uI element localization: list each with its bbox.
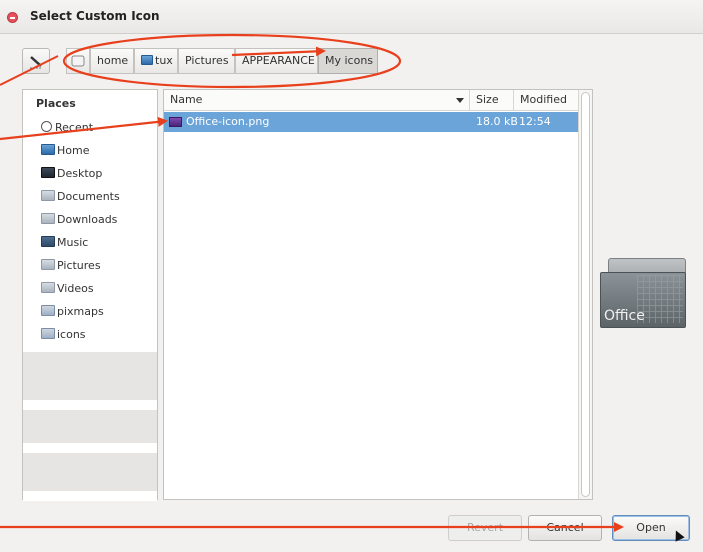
sidebar-item-videos[interactable]: Videos (41, 280, 94, 298)
places-list: Places Recent Home Desktop Documents Dow… (23, 90, 157, 352)
crumb-label: home (97, 54, 129, 67)
scrollbar-thumb[interactable] (581, 92, 590, 497)
places-empty-row (23, 443, 157, 453)
column-header-modified[interactable]: Modified (514, 90, 578, 111)
icon-preview: Office (600, 258, 688, 330)
title-bar: Select Custom Icon (0, 0, 703, 34)
places-empty-row (23, 400, 157, 410)
column-label: Size (476, 93, 499, 106)
sidebar-item-music[interactable]: Music (41, 234, 88, 252)
crumb-label: tux (155, 54, 173, 67)
places-empty-row (23, 491, 157, 501)
revert-button[interactable]: Revert (448, 515, 522, 541)
crumb-pictures[interactable]: Pictures (178, 48, 235, 74)
downloads-folder-icon (41, 213, 55, 224)
sidebar-item-label: Downloads (57, 213, 118, 226)
desktop-icon (41, 167, 55, 178)
crumb-label: My icons (325, 54, 374, 67)
close-button[interactable] (7, 12, 18, 23)
places-header: Places (36, 97, 76, 110)
file-name: Office-icon.png (186, 115, 270, 128)
sidebar-item-label: Music (57, 236, 89, 249)
location-edit-button[interactable] (22, 48, 50, 74)
select-custom-icon-dialog: Select Custom Icon home tux Pictures APP… (0, 0, 703, 552)
sidebar-item-label: Documents (57, 190, 120, 203)
file-list: Name Size Modified Office-icon.png 18.0 … (163, 89, 593, 500)
home-folder-icon (141, 55, 153, 65)
pictures-folder-icon (41, 259, 55, 270)
crumb-root-drive[interactable] (66, 48, 90, 74)
videos-folder-icon (41, 282, 55, 293)
sidebar-item-documents[interactable]: Documents (41, 188, 120, 206)
sidebar-item-label: icons (57, 328, 86, 341)
column-label: Name (170, 93, 203, 106)
sidebar-item-recent[interactable]: Recent (41, 119, 93, 137)
sidebar-item-label: Pictures (57, 259, 101, 272)
folder-icon (41, 328, 55, 339)
sidebar-item-label: Desktop (57, 167, 103, 180)
sidebar-item-downloads[interactable]: Downloads (41, 211, 117, 229)
drive-icon (71, 55, 85, 67)
places-sidebar: Places Recent Home Desktop Documents Dow… (22, 89, 158, 501)
sidebar-item-pixmaps[interactable]: pixmaps (41, 303, 104, 321)
image-file-icon (169, 117, 182, 127)
column-header-size[interactable]: Size (470, 90, 514, 111)
sidebar-item-home[interactable]: Home (41, 142, 89, 160)
file-size: 18.0 kB (476, 115, 518, 128)
sidebar-item-label: Videos (57, 282, 94, 295)
window-title: Select Custom Icon (30, 9, 160, 23)
crumb-label: APPEARANCE (242, 54, 315, 67)
crumb-label: Pictures (185, 54, 229, 67)
recent-icon (41, 121, 52, 132)
sidebar-item-label: Home (57, 144, 90, 157)
sidebar-item-label: pixmaps (57, 305, 104, 318)
documents-folder-icon (41, 190, 55, 201)
sidebar-item-icons[interactable]: icons (41, 326, 86, 344)
vertical-scrollbar[interactable] (578, 90, 592, 499)
column-header-name[interactable]: Name (164, 90, 470, 111)
crumb-tux[interactable]: tux (134, 48, 178, 74)
folder-icon (41, 305, 55, 316)
sidebar-item-pictures[interactable]: Pictures (41, 257, 101, 275)
crumb-home[interactable]: home (90, 48, 134, 74)
column-label: Modified (520, 93, 567, 106)
sidebar-item-label: Recent (55, 121, 94, 134)
sidebar-item-desktop[interactable]: Desktop (41, 165, 102, 183)
file-modified: 12:54 (519, 115, 551, 128)
music-folder-icon (41, 236, 55, 247)
cancel-button[interactable]: Cancel (528, 515, 602, 541)
home-folder-icon (41, 144, 55, 155)
sort-descending-icon (456, 98, 464, 103)
file-list-header: Name Size Modified (164, 90, 578, 111)
table-row[interactable]: Office-icon.png 18.0 kB 12:54 (164, 112, 578, 132)
crumb-my-icons[interactable]: My icons (318, 48, 378, 74)
crumb-appearance[interactable]: APPEARANCE (235, 48, 318, 74)
preview-label: Office (604, 308, 645, 324)
office-folder-icon: Office (600, 272, 686, 328)
pencil-icon (30, 56, 42, 69)
